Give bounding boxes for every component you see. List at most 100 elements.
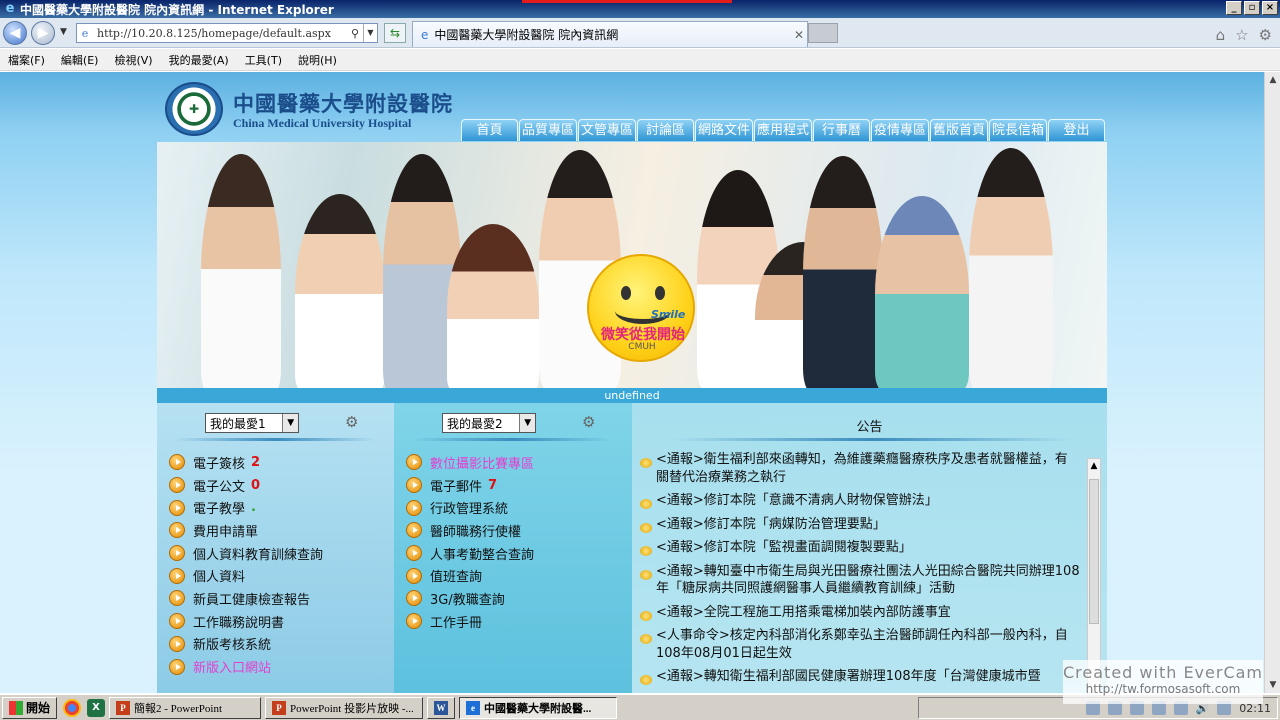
chevron-down-icon[interactable]: ▼: [519, 414, 535, 432]
new-tab-button[interactable]: [808, 23, 838, 43]
close-button[interactable]: ×: [1262, 1, 1278, 15]
link-label: 工作職務說明書: [193, 615, 285, 631]
menu-file[interactable]: 檔案(F): [8, 52, 45, 68]
announcement-item[interactable]: <通報>衛生福利部來函轉知，為維護藥癮醫療秩序及患者就醫權益，有關替代治療業務之…: [640, 451, 1080, 486]
restore-button[interactable]: ▫: [1244, 1, 1260, 15]
fav-link-personal[interactable]: 個人資料: [169, 564, 323, 587]
link-label: 費用申請單: [193, 524, 259, 540]
link-label: 電子簽核: [193, 456, 246, 472]
fav-link-elearning[interactable]: 電子教學.: [169, 496, 323, 519]
announcement-item[interactable]: <通報>轉知臺中市衛生局與光田醫療社團法人光田綜合醫院共同辦理108年「糖尿病共…: [640, 563, 1080, 598]
gear-icon[interactable]: ⚙: [345, 413, 358, 431]
search-icon[interactable]: ⚲: [347, 27, 363, 40]
history-dropdown-icon[interactable]: ▼: [60, 27, 67, 37]
link-label: 個人資料: [193, 570, 246, 586]
browser-tab[interactable]: e 中國醫藥大學附設醫院 院內資訊網 ✕: [412, 21, 808, 47]
fav-link-health-check[interactable]: 新員工健康檢查報告: [169, 587, 323, 610]
announcement-item[interactable]: <通報>全院工程施工用搭乘電梯加裝內部防護事宜: [640, 604, 1080, 622]
smile-word: Smile: [651, 308, 686, 321]
favorites-panel-2: 我的最愛2 ▼ ⚙ 數位攝影比賽專區 電子郵件 7 行政管理系統 醫師職務行使權 …: [394, 403, 632, 693]
bullet-icon: [169, 567, 185, 584]
scroll-up-icon[interactable]: ▲: [1088, 461, 1100, 471]
bullet-icon: [640, 675, 652, 685]
nav-epidemic[interactable]: 疫情專區: [871, 119, 929, 141]
taskbar-item-slideshow[interactable]: P PowerPoint 投影片放映 -...: [265, 696, 424, 719]
gear-icon[interactable]: ⚙: [1259, 26, 1272, 44]
fav-link-edoc[interactable]: 電子公文 0: [169, 474, 323, 497]
address-bar[interactable]: e http://10.20.8.125/homepage/default.as…: [76, 23, 378, 43]
nav-director-mail[interactable]: 院長信箱: [989, 119, 1047, 141]
nav-quality[interactable]: 品質專區: [519, 119, 577, 141]
fav-link-handbook[interactable]: 工作手冊: [406, 610, 534, 633]
nav-home[interactable]: 首頁: [461, 119, 518, 141]
staff-photo: [201, 154, 281, 388]
fav-link-privacy-training[interactable]: 個人資料教育訓練查詢: [169, 542, 323, 565]
nav-document[interactable]: 文管專區: [578, 119, 636, 141]
nav-apps[interactable]: 應用程式: [754, 119, 812, 141]
announcement-item[interactable]: <通報>修訂本院「意識不清病人財物保管辦法」: [640, 492, 1080, 510]
home-icon[interactable]: ⌂: [1216, 26, 1226, 44]
fav-link-duty[interactable]: 值班查詢: [406, 564, 534, 587]
bullet-icon: [406, 567, 422, 584]
fav-link-job-desc[interactable]: 工作職務說明書: [169, 610, 323, 633]
fav-link-new-portal[interactable]: 新版入口網站: [169, 655, 323, 678]
link-label: 個人資料教育訓練查詢: [193, 547, 324, 563]
chevron-down-icon[interactable]: ▼: [282, 414, 298, 432]
nav-calendar[interactable]: 行事曆: [813, 119, 870, 141]
fav-link-esign[interactable]: 電子簽核 2: [169, 451, 323, 474]
fav-link-photo-contest[interactable]: 數位攝影比賽專區: [406, 451, 534, 474]
scroll-down-icon[interactable]: ▼: [1265, 677, 1280, 693]
taskbar-item-powerpoint[interactable]: P 簡報2 - PowerPoint: [109, 696, 262, 719]
fav-link-admin-system[interactable]: 行政管理系統: [406, 496, 534, 519]
chrome-icon[interactable]: [63, 698, 82, 717]
link-label: 數位攝影比賽專區: [430, 456, 535, 472]
announcement-item[interactable]: <人事命令>核定內科部消化系鄭幸弘主治醫師調任內科部一般內科，自108年08月0…: [640, 627, 1080, 662]
excel-icon[interactable]: X: [87, 698, 106, 717]
hospital-seal-logo[interactable]: ✚: [165, 82, 223, 136]
tab-close-icon[interactable]: ✕: [791, 28, 807, 42]
fav-link-3g[interactable]: 3G/教職查詢: [406, 587, 534, 610]
forward-button[interactable]: ▶: [31, 21, 55, 45]
announcement-item[interactable]: <通報>修訂本院「監視畫面調閱複製要點」: [640, 539, 1080, 557]
page-scrollbar[interactable]: ▲ ▼: [1264, 72, 1280, 693]
announcement-item[interactable]: <通報>轉知衛生福利部國民健康署辦理108年度「台灣健康城市暨: [640, 668, 1080, 686]
announcement-scrollbar[interactable]: ▲: [1087, 458, 1101, 693]
menu-favorites[interactable]: 我的最愛(A): [169, 52, 229, 68]
scroll-thumb[interactable]: [1089, 479, 1099, 624]
nav-web-files[interactable]: 網路文件: [695, 119, 753, 141]
fav-link-physician-privilege[interactable]: 醫師職務行使權: [406, 519, 534, 542]
gear-icon[interactable]: ⚙: [582, 413, 595, 431]
back-button[interactable]: ◀: [3, 21, 27, 45]
fav-link-expense[interactable]: 費用申請單: [169, 519, 323, 542]
nav-forum[interactable]: 討論區: [637, 119, 694, 141]
staff-photo: [447, 224, 539, 388]
title-bar: e 中國醫藥大學附設醫院 院內資訊網 - Internet Explorer _…: [0, 0, 1280, 18]
scroll-up-icon[interactable]: ▲: [1265, 72, 1280, 88]
announcement-item[interactable]: <通報>修訂本院「病媒防治管理要點」: [640, 516, 1080, 534]
staff-photo: [875, 196, 969, 388]
nav-logout[interactable]: 登出: [1048, 119, 1105, 141]
taskbar-item-word[interactable]: W: [427, 696, 456, 719]
fav-link-attendance[interactable]: 人事考勤整合查詢: [406, 542, 534, 565]
favorites-select-2-value: 我的最愛2: [447, 416, 503, 431]
address-dropdown-icon[interactable]: ▼: [363, 24, 377, 42]
start-button[interactable]: 開始: [2, 696, 58, 719]
menu-edit[interactable]: 編輯(E): [61, 52, 99, 68]
smile-slogan: 微笑從我開始: [601, 327, 685, 343]
taskbar-item-ie[interactable]: e 中國醫藥大學附設醫...: [459, 696, 618, 719]
menu-view[interactable]: 檢視(V): [114, 52, 152, 68]
favorites-select-2[interactable]: 我的最愛2 ▼: [442, 413, 536, 433]
fav-link-email[interactable]: 電子郵件 7: [406, 474, 534, 497]
minimize-button[interactable]: _: [1226, 1, 1242, 15]
fav-link-appraisal[interactable]: 新版考核系統: [169, 633, 323, 656]
menu-help[interactable]: 說明(H): [298, 52, 337, 68]
task-label: 簡報2 - PowerPoint: [134, 702, 223, 715]
favorites-select-1[interactable]: 我的最愛1 ▼: [205, 413, 299, 433]
url-text[interactable]: http://10.20.8.125/homepage/default.aspx: [93, 27, 347, 40]
bullet-icon: [169, 522, 185, 539]
refresh-icon[interactable]: ⇆: [384, 23, 406, 43]
menu-tools[interactable]: 工具(T): [245, 52, 282, 68]
announcement-panel: 公告 <通報>衛生福利部來函轉知，為維護藥癮醫療秩序及患者就醫權益，有關替代治療…: [632, 403, 1107, 693]
favorites-star-icon[interactable]: ☆: [1235, 26, 1248, 44]
nav-old-home[interactable]: 舊版首頁: [930, 119, 988, 141]
